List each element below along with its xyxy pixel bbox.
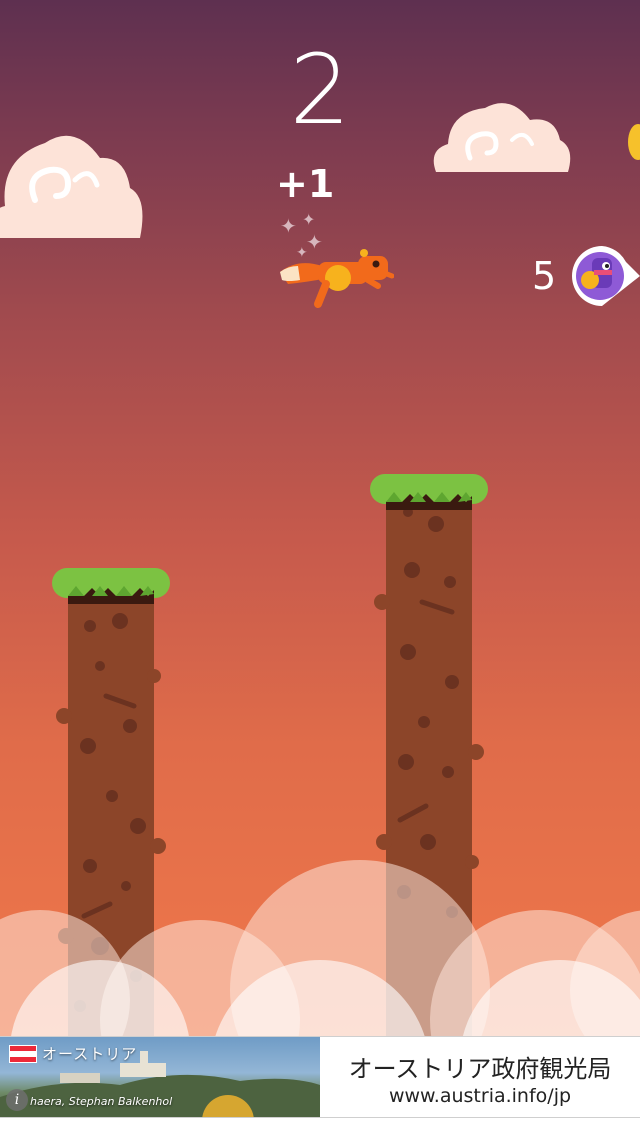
austria-flag-icon bbox=[9, 1045, 37, 1063]
ad-url-link[interactable]: www.austria.info/jp bbox=[330, 1085, 630, 1107]
game-canvas[interactable]: 2 +1 ✦ ✦ ✦ ✦ 5 bbox=[0, 0, 640, 1036]
bonus-popup: +1 bbox=[276, 162, 335, 206]
ad-photo[interactable]: オーストリア haera, Stephan Balkenhol i bbox=[0, 1037, 320, 1117]
ad-photo-credit: haera, Stephan Balkenhol bbox=[30, 1095, 173, 1108]
score-counter: 2 bbox=[289, 34, 351, 146]
ad-banner[interactable]: オーストリア haera, Stephan Balkenhol i オーストリア… bbox=[0, 1036, 640, 1118]
rival-avatar-icon[interactable] bbox=[566, 244, 640, 308]
sparkle-icon: ✦ bbox=[280, 214, 297, 238]
sparkle-icon: ✦ bbox=[302, 210, 316, 229]
ad-country-label: オーストリア bbox=[42, 1045, 138, 1063]
info-icon[interactable]: i bbox=[6, 1089, 28, 1111]
rival-distance-count: 5 bbox=[532, 254, 557, 298]
ad-title[interactable]: オーストリア政府観光局 bbox=[330, 1049, 630, 1084]
foreground-clouds bbox=[0, 860, 640, 1036]
fox-character-icon[interactable] bbox=[278, 248, 394, 314]
